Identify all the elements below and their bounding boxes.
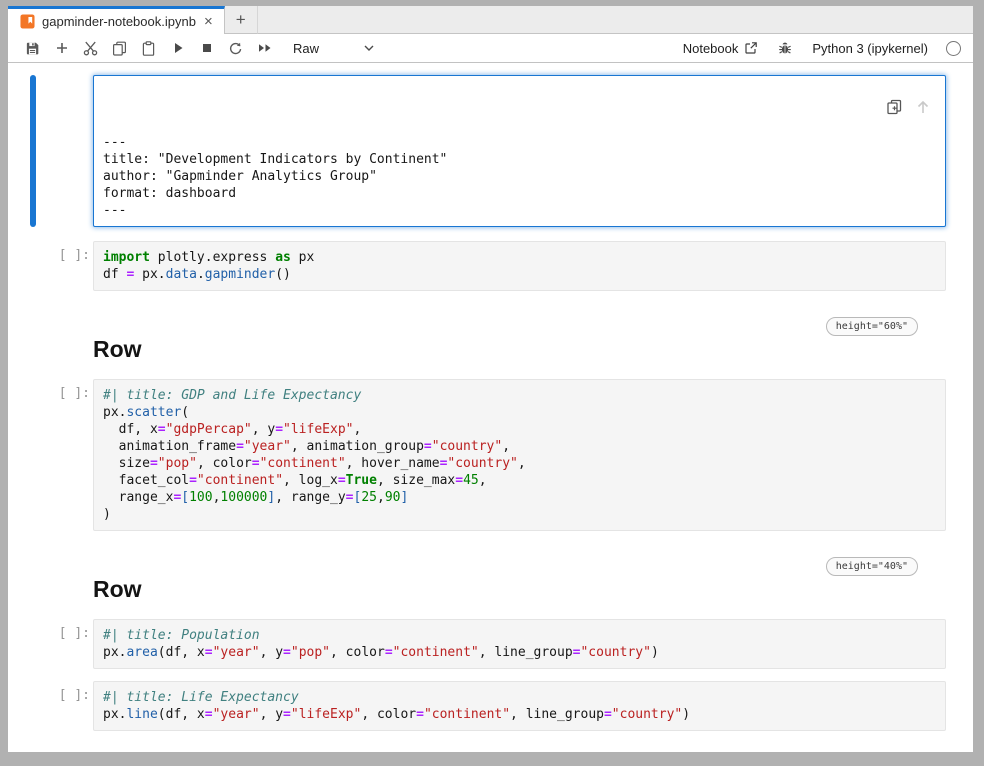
debugger-toggle[interactable]: [776, 35, 794, 61]
interrupt-kernel-button[interactable]: [192, 35, 221, 61]
fast-forward-icon: [257, 41, 273, 55]
external-link-icon: [744, 41, 758, 55]
notebook-link-label: Notebook: [683, 41, 739, 56]
delete-cell-button[interactable]: [921, 82, 937, 98]
cell-code-import: [ ]: import plotly.express as pxdf = px.…: [8, 241, 973, 291]
restart-kernel-button[interactable]: [221, 35, 250, 61]
cell-code-line: [ ]: #| title: Life Expectancypx.line(df…: [8, 681, 973, 731]
copy-icon: [112, 41, 127, 56]
cell-code-area: [ ]: #| title: Populationpx.area(df, x="…: [8, 619, 973, 669]
toolbar-right-group: Notebook Python 3 (ipykernel): [683, 35, 961, 61]
cell-prompt: [36, 75, 93, 227]
markdown-rendered[interactable]: Row height="40%": [93, 557, 946, 603]
move-cell-down-button[interactable]: [834, 82, 850, 98]
cell-prompt: [ ]:: [36, 241, 93, 291]
insert-cell-button[interactable]: [47, 35, 76, 61]
plus-icon: [55, 41, 69, 55]
stop-icon: [200, 41, 214, 55]
code-cell-editor[interactable]: #| title: GDP and Life Expectancypx.scat…: [93, 379, 946, 531]
bug-icon: [778, 41, 792, 55]
kernel-name[interactable]: Python 3 (ipykernel): [812, 41, 928, 56]
window-frame: gapminder-notebook.ipynb × +: [0, 0, 984, 766]
code-cell-editor[interactable]: import plotly.express as pxdf = px.data.…: [93, 241, 946, 291]
height-tag-badge: height="40%": [826, 557, 918, 576]
paste-icon: [141, 41, 156, 56]
raw-cell-editor[interactable]: ---title: "Development Indicators by Con…: [93, 75, 946, 227]
cell-prompt: [ ]:: [36, 681, 93, 731]
row-heading: Row: [93, 576, 142, 603]
cell-raw-yaml: ---title: "Development Indicators by Con…: [8, 75, 973, 227]
notebook-toolbar: Raw Notebook: [8, 34, 973, 63]
cell-code-scatter: [ ]: #| title: GDP and Life Expectancypx…: [8, 379, 973, 531]
code-cell-editor[interactable]: #| title: Life Expectancypx.line(df, x="…: [93, 681, 946, 731]
copy-cells-button[interactable]: [105, 35, 134, 61]
notebook-panel: ---title: "Development Indicators by Con…: [8, 63, 973, 752]
tab-bar: gapminder-notebook.ipynb × +: [8, 6, 973, 34]
tab-gapminder-notebook[interactable]: gapminder-notebook.ipynb ×: [8, 6, 225, 34]
restart-icon: [228, 41, 243, 56]
jupyterlab-window: gapminder-notebook.ipynb × +: [8, 6, 973, 752]
tab-bar-filler: [258, 6, 973, 34]
run-icon: [171, 41, 185, 55]
paste-cells-button[interactable]: [134, 35, 163, 61]
cell-prompt: [ ]:: [36, 379, 93, 531]
notebook-file-icon: [20, 14, 35, 29]
cell-prompt: [ ]:: [36, 619, 93, 669]
tab-title: gapminder-notebook.ipynb: [42, 14, 196, 29]
kernel-status-icon[interactable]: [946, 41, 961, 56]
duplicate-cell-button[interactable]: [776, 82, 792, 98]
run-all-cells-button[interactable]: [250, 35, 279, 61]
cell-markdown-row-2: Row height="40%": [8, 557, 973, 603]
scissors-icon: [83, 41, 98, 56]
code-cell-editor[interactable]: #| title: Populationpx.area(df, x="year"…: [93, 619, 946, 669]
run-cell-button[interactable]: [163, 35, 192, 61]
notebook-view-menu[interactable]: Notebook: [683, 41, 759, 56]
insert-cell-above-button[interactable]: [863, 82, 879, 98]
move-cell-up-button[interactable]: [805, 82, 821, 98]
cell-type-select[interactable]: Raw: [293, 41, 375, 56]
insert-cell-below-button[interactable]: [892, 82, 908, 98]
save-button[interactable]: [18, 35, 47, 61]
cell-prompt: [36, 557, 93, 603]
row-heading: Row: [93, 336, 142, 363]
new-tab-button[interactable]: +: [225, 6, 258, 34]
chevron-down-icon: [363, 44, 375, 52]
markdown-rendered[interactable]: Row height="60%": [93, 317, 946, 363]
save-icon: [25, 41, 40, 56]
cell-markdown-row-1: Row height="60%": [8, 317, 973, 363]
cell-toolbar: [776, 82, 937, 98]
cell-type-value: Raw: [293, 41, 319, 56]
tab-close-icon[interactable]: ×: [203, 14, 214, 29]
cell-prompt: [36, 317, 93, 363]
height-tag-badge: height="60%": [826, 317, 918, 336]
cut-cells-button[interactable]: [76, 35, 105, 61]
